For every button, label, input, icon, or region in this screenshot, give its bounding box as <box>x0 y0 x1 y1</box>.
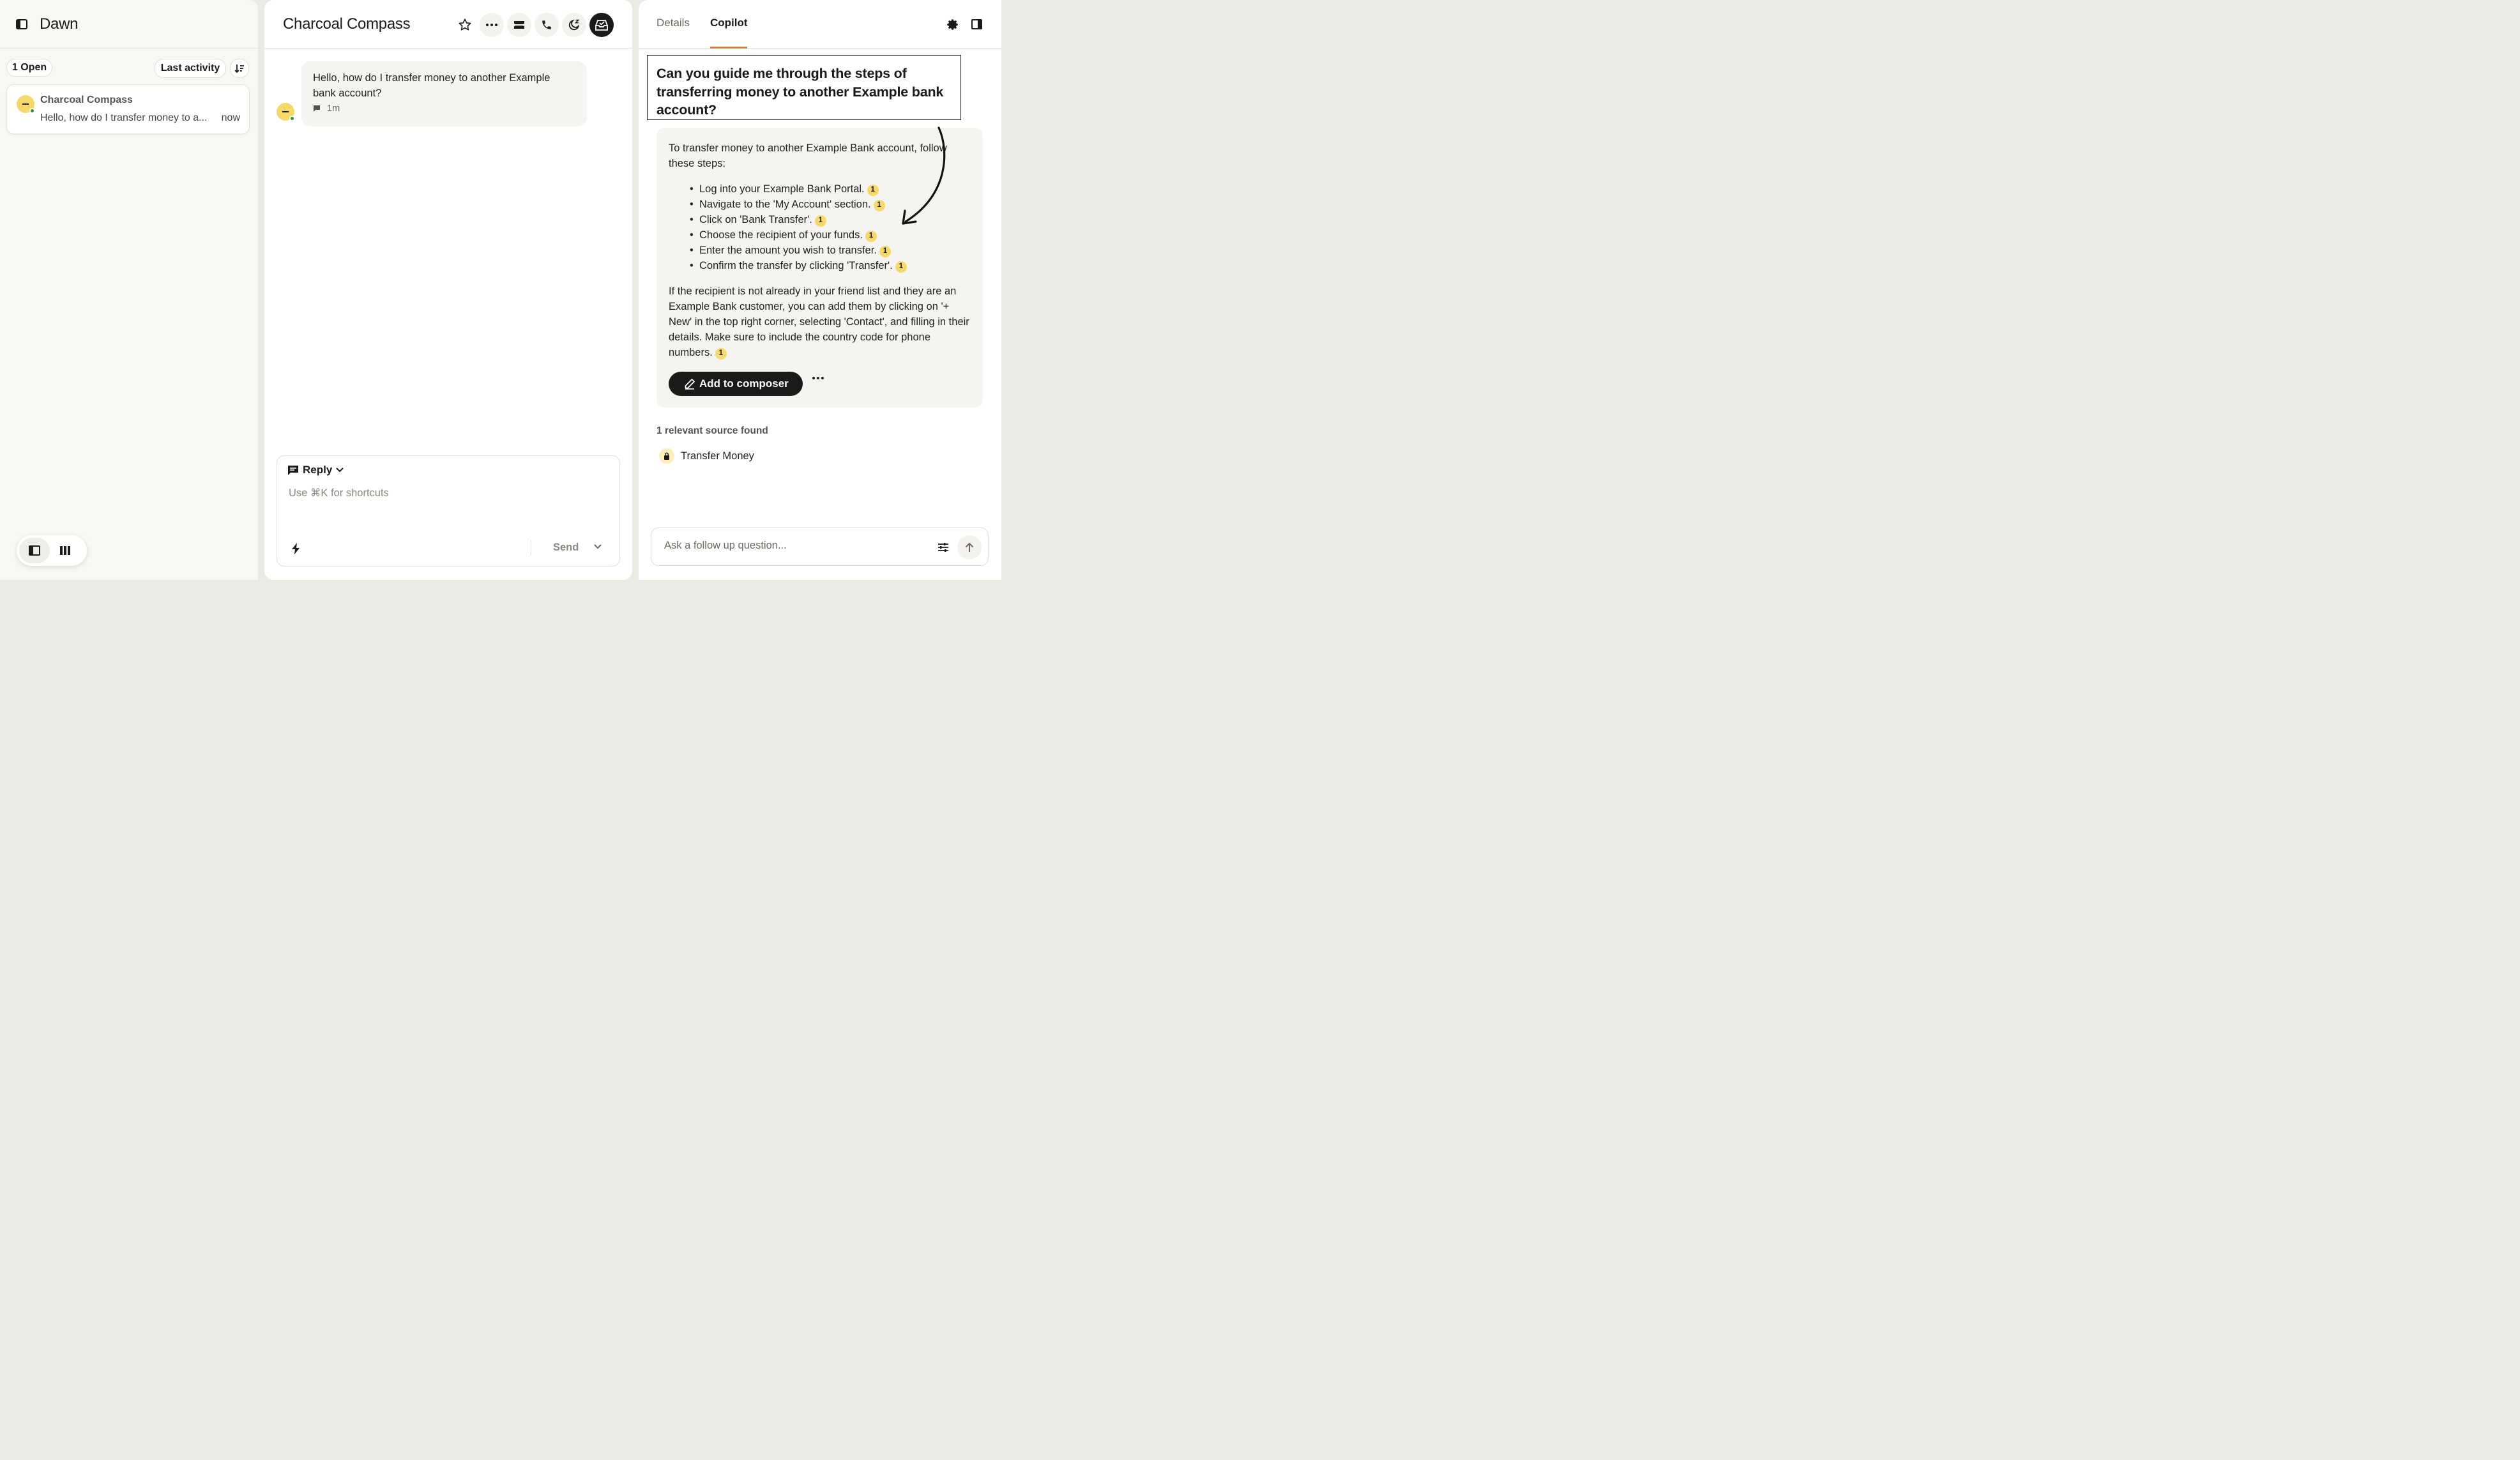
active-tab-indicator <box>710 47 747 49</box>
tab-details[interactable]: Details <box>657 17 690 29</box>
answer-outro: If the recipient is not already in your … <box>669 285 969 360</box>
conversation-title: Charcoal Compass <box>283 15 411 33</box>
avatar <box>17 95 35 114</box>
source-title: Transfer Money <box>681 450 754 462</box>
copilot-header: Details Copilot <box>639 0 1001 49</box>
copilot-panel: Details Copilot Can you guide me through… <box>639 0 1001 580</box>
phone-icon <box>542 20 551 29</box>
add-to-composer-label: Add to composer <box>699 377 789 390</box>
inbox-title: Dawn <box>40 15 79 33</box>
tab-copilot[interactable]: Copilot <box>710 17 748 29</box>
answer-step: Confirm the transfer by clicking 'Transf… <box>690 258 971 273</box>
sort-icon <box>234 63 245 73</box>
citation-badge[interactable]: 1 <box>895 261 907 273</box>
close-conversation-button[interactable] <box>589 13 614 37</box>
message-text: Hello, how do I transfer money to anothe… <box>313 72 550 99</box>
composer-placeholder: Use ⌘K for shortcuts <box>289 487 389 499</box>
online-status-dot <box>289 116 295 121</box>
conversation-time: now <box>221 112 240 123</box>
more-options-button[interactable] <box>480 13 504 37</box>
inbox-check-icon <box>595 20 608 31</box>
inbox-header: Dawn <box>0 0 258 49</box>
online-status-dot <box>29 108 35 114</box>
answer-more-icon[interactable] <box>812 377 824 379</box>
citation-badge[interactable]: 1 <box>867 184 879 196</box>
sidebar-toggle-icon[interactable] <box>15 18 28 31</box>
snooze-button[interactable] <box>562 13 586 37</box>
citation-badge[interactable]: 1 <box>814 215 826 227</box>
conversation-list-item[interactable]: Charcoal Compass Hello, how do I transfe… <box>6 84 250 134</box>
open-count-filter[interactable]: 1 Open <box>6 59 52 77</box>
send-options-chevron-icon[interactable] <box>594 544 602 549</box>
followup-input[interactable] <box>664 540 920 552</box>
add-to-composer-button[interactable]: Add to composer <box>669 372 803 396</box>
chat-channel-icon <box>313 105 321 112</box>
call-button[interactable] <box>535 13 559 37</box>
layout-three-column-button[interactable] <box>50 538 80 563</box>
reply-composer[interactable]: Reply Use ⌘K for shortcuts Send <box>277 455 620 567</box>
lock-icon <box>659 448 674 464</box>
two-column-icon <box>29 545 40 556</box>
reply-icon <box>288 465 298 475</box>
snooze-moon-icon <box>568 19 580 31</box>
panel-toggle-icon[interactable] <box>971 19 982 29</box>
lightning-icon[interactable] <box>291 542 301 555</box>
conversation-preview: Hello, how do I transfer money to a... <box>40 112 208 123</box>
ticket-button[interactable] <box>507 13 531 37</box>
customer-avatar <box>277 103 295 121</box>
conversation-panel: Charcoal Compass Hello, how do I transfe… <box>264 0 632 580</box>
filter-sliders-icon[interactable] <box>937 542 949 553</box>
answer-step: Enter the amount you wish to transfer.1 <box>690 243 971 258</box>
source-item[interactable]: Transfer Money <box>659 448 754 464</box>
three-column-icon <box>60 546 70 555</box>
pencil-icon <box>685 379 695 390</box>
citation-badge[interactable]: 1 <box>873 199 885 211</box>
annotation-arrow-icon <box>902 126 946 225</box>
ticket-icon <box>514 21 524 29</box>
copilot-question: Can you guide me through the steps of tr… <box>647 55 961 120</box>
citation-badge[interactable]: 1 <box>865 230 877 242</box>
reply-mode-label: Reply <box>303 464 333 476</box>
gear-icon[interactable] <box>946 19 959 31</box>
arrow-up-icon <box>965 542 974 552</box>
more-dots-icon <box>486 24 497 26</box>
sources-count: 1 relevant source found <box>657 425 768 436</box>
send-button[interactable]: Send <box>553 542 579 554</box>
inbox-panel: Dawn 1 Open Last activity Charcoal Compa… <box>0 0 258 580</box>
followup-composer <box>651 528 989 566</box>
citation-badge[interactable]: 1 <box>879 245 891 257</box>
customer-message: Hello, how do I transfer money to anothe… <box>301 61 587 126</box>
layout-two-column-button[interactable] <box>19 538 50 563</box>
sort-dropdown[interactable]: Last activity <box>155 59 226 78</box>
sort-order-button[interactable] <box>230 59 249 78</box>
reply-mode-dropdown[interactable]: Reply <box>287 464 344 476</box>
submit-followup-button[interactable] <box>957 535 982 559</box>
citation-badge[interactable]: 1 <box>715 347 727 360</box>
conversation-header: Charcoal Compass <box>264 0 632 49</box>
layout-toggle <box>17 535 87 566</box>
message-time: 1m <box>327 103 340 114</box>
chevron-down-icon <box>336 468 344 473</box>
conversation-name: Charcoal Compass <box>40 95 133 105</box>
star-icon[interactable] <box>458 18 472 32</box>
